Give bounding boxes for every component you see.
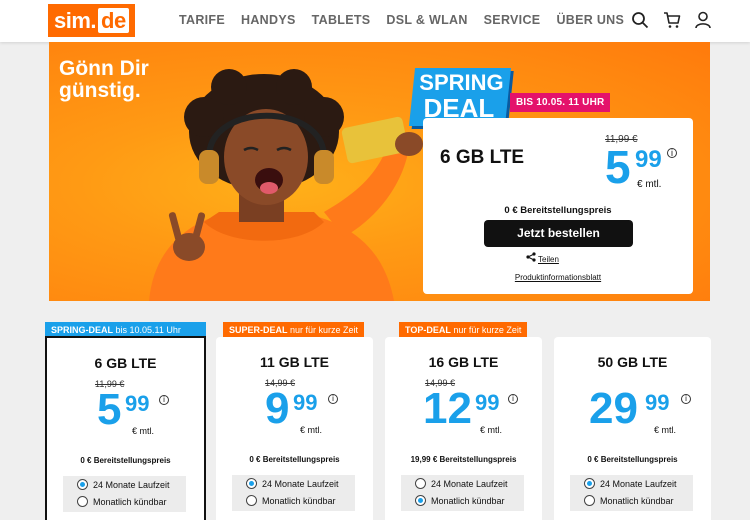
option-24-months[interactable]: 24 Monate Laufzeit bbox=[415, 478, 508, 489]
radio-monthly[interactable] bbox=[415, 495, 426, 506]
user-icon[interactable] bbox=[694, 11, 712, 29]
card-tag-subtitle: bis 10.05.11 Uhr bbox=[113, 325, 181, 335]
search-icon[interactable] bbox=[631, 11, 649, 29]
nav-item-tarife[interactable]: TARIFE bbox=[179, 13, 225, 27]
tariff-card-11gb[interactable]: 11 GB LTE 14,99 € 9 99 i € mtl. 0 € Bere… bbox=[216, 337, 373, 520]
card-setup-fee: 19,99 € Bereitstellungspreis bbox=[410, 455, 517, 464]
info-icon[interactable]: i bbox=[681, 394, 691, 404]
card-setup-fee: 0 € Bereitstellungspreis bbox=[80, 456, 171, 465]
card-price: 12 99 bbox=[423, 384, 499, 433]
hero-offer-card: 6 GB LTE 11,99 € 5 99 i € mtl. 0 € Berei… bbox=[423, 118, 693, 294]
card-price: 29 99 bbox=[589, 384, 669, 433]
option-monthly[interactable]: Monatlich kündbar bbox=[77, 496, 167, 507]
offer-price-cents: 99 bbox=[635, 146, 662, 173]
card-price-unit: € mtl. bbox=[300, 425, 323, 435]
option-24-months[interactable]: 24 Monate Laufzeit bbox=[584, 478, 677, 489]
card-setup-fee: 0 € Bereitstellungspreis bbox=[587, 455, 678, 464]
card-price-cents: 99 bbox=[475, 390, 500, 415]
info-icon[interactable]: i bbox=[508, 394, 518, 404]
offer-setup-fee: 0 € Bereitstellungspreis bbox=[504, 205, 612, 216]
option-label: Monatlich kündbar bbox=[93, 496, 167, 507]
card-price-unit: € mtl. bbox=[654, 425, 677, 435]
contract-options: 24 Monate Laufzeit Monatlich kündbar bbox=[63, 476, 186, 512]
card-price-euros: 9 bbox=[265, 384, 290, 433]
share-icon[interactable] bbox=[526, 252, 536, 262]
radio-24-months[interactable] bbox=[415, 478, 426, 489]
tariff-card-6gb[interactable]: 6 GB LTE 11,99 € 5 99 i € mtl. 0 € Berei… bbox=[45, 336, 206, 520]
card-price-unit: € mtl. bbox=[132, 426, 155, 436]
radio-24-months[interactable] bbox=[77, 479, 88, 490]
option-monthly[interactable]: Monatlich kündbar bbox=[246, 495, 336, 506]
contract-options: 24 Monate Laufzeit Monatlich kündbar bbox=[232, 475, 355, 511]
option-24-months[interactable]: 24 Monate Laufzeit bbox=[246, 478, 339, 489]
card-tag-title: SUPER-DEAL bbox=[229, 325, 288, 335]
nav-item-service[interactable]: SERVICE bbox=[484, 13, 541, 27]
option-label: 24 Monate Laufzeit bbox=[600, 478, 677, 489]
cart-icon[interactable] bbox=[663, 11, 681, 29]
logo-suffix: de bbox=[98, 8, 129, 33]
logo-text: sim bbox=[54, 8, 91, 33]
option-label: Monatlich kündbar bbox=[600, 495, 674, 506]
hero-banner: Gönn Dir günstig. SPRING DEAL BIS 10.05.… bbox=[49, 42, 710, 301]
info-icon[interactable]: i bbox=[667, 148, 677, 158]
card-price: 5 99 bbox=[97, 385, 149, 434]
product-info-link[interactable]: Produktinformationsblatt bbox=[423, 273, 693, 282]
contract-options: 24 Monate Laufzeit Monatlich kündbar bbox=[401, 475, 524, 511]
card-setup-fee: 0 € Bereitstellungspreis bbox=[249, 455, 340, 464]
option-label: 24 Monate Laufzeit bbox=[262, 478, 339, 489]
deal-deadline-badge: BIS 10.05. 11 UHR bbox=[510, 93, 611, 112]
share-link[interactable]: Teilen bbox=[538, 255, 559, 264]
card-tag-subtitle: nur für kurze Zeit bbox=[287, 325, 359, 335]
contract-options: 24 Monate Laufzeit Monatlich kündbar bbox=[570, 475, 693, 511]
radio-24-months[interactable] bbox=[584, 478, 595, 489]
card-tag-title: TOP-DEAL bbox=[405, 325, 451, 335]
card-price-euros: 5 bbox=[97, 385, 122, 434]
sim-de-logo[interactable]: sim. de bbox=[48, 4, 135, 37]
radio-24-months[interactable] bbox=[246, 478, 257, 489]
spring-badge-line1: SPRING bbox=[419, 70, 504, 95]
option-label: Monatlich kündbar bbox=[431, 495, 505, 506]
option-monthly[interactable]: Monatlich kündbar bbox=[415, 495, 505, 506]
nav-item-ueber-uns[interactable]: ÜBER UNS bbox=[556, 13, 624, 27]
card-data-volume: 11 GB LTE bbox=[260, 354, 329, 370]
option-label: 24 Monate Laufzeit bbox=[93, 479, 170, 490]
radio-monthly[interactable] bbox=[246, 495, 257, 506]
card-price-euros: 29 bbox=[589, 384, 638, 433]
card-price-cents: 99 bbox=[293, 390, 318, 415]
info-icon[interactable]: i bbox=[328, 394, 338, 404]
card-price-cents: 99 bbox=[645, 390, 670, 415]
card-data-volume: 6 GB LTE bbox=[94, 355, 157, 371]
info-icon[interactable]: i bbox=[159, 395, 169, 405]
offer-data-volume: 6 GB LTE bbox=[440, 147, 525, 168]
offer-price: 5 99 bbox=[605, 141, 662, 193]
card-price-euros: 12 bbox=[423, 384, 472, 433]
card-price: 9 99 bbox=[265, 384, 317, 433]
offer-price-euros: 5 bbox=[605, 141, 631, 193]
option-monthly[interactable]: Monatlich kündbar bbox=[584, 495, 674, 506]
option-label: 24 Monate Laufzeit bbox=[431, 478, 508, 489]
radio-monthly[interactable] bbox=[584, 495, 595, 506]
option-label: Monatlich kündbar bbox=[262, 495, 336, 506]
nav-item-handys[interactable]: HANDYS bbox=[241, 13, 296, 27]
offer-price-unit: € mtl. bbox=[637, 179, 662, 190]
card-price-unit: € mtl. bbox=[480, 425, 503, 435]
radio-monthly[interactable] bbox=[77, 496, 88, 507]
order-now-button[interactable]: Jetzt bestellen bbox=[484, 220, 633, 247]
option-24-months[interactable]: 24 Monate Laufzeit bbox=[77, 479, 170, 490]
site-header: sim. de TARIFE HANDYS TABLETS DSL & WLAN … bbox=[0, 0, 750, 42]
tariff-card-16gb[interactable]: 16 GB LTE 14,99 € 12 99 i € mtl. 19,99 €… bbox=[385, 337, 542, 520]
main-nav: TARIFE HANDYS TABLETS DSL & WLAN SERVICE… bbox=[179, 13, 624, 27]
card-tag-title: SPRING-DEAL bbox=[51, 325, 114, 335]
card-data-volume: 16 GB LTE bbox=[428, 354, 499, 370]
hero-person-image bbox=[149, 69, 423, 301]
nav-item-dsl-wlan[interactable]: DSL & WLAN bbox=[386, 13, 467, 27]
card-data-volume: 50 GB LTE bbox=[597, 354, 668, 370]
tariff-card-50gb[interactable]: 50 GB LTE 29 99 i € mtl. 0 € Bereitstell… bbox=[554, 337, 711, 520]
card-price-cents: 99 bbox=[125, 391, 150, 416]
card-tag-subtitle: nur für kurze Zeit bbox=[450, 325, 522, 335]
logo-dot: . bbox=[90, 8, 97, 33]
nav-item-tablets[interactable]: TABLETS bbox=[312, 13, 371, 27]
